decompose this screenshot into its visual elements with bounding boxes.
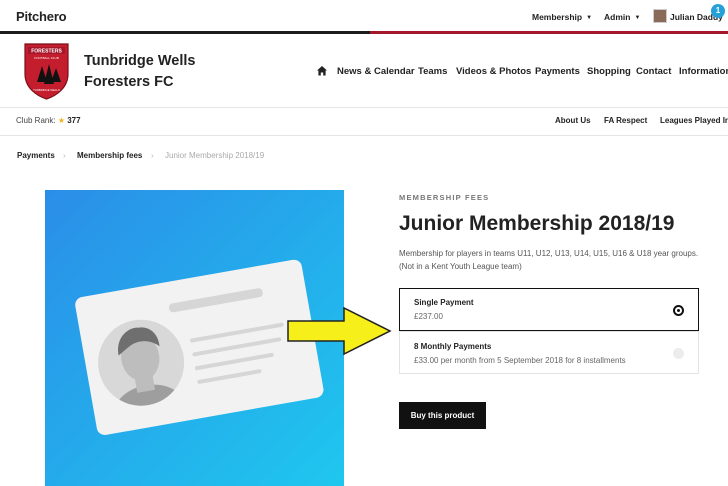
product-category: MEMBERSHIP FEES (399, 193, 490, 202)
club-rank-label: Club Rank: (16, 116, 56, 125)
option-name: 8 Monthly Payments (414, 342, 492, 351)
subnav-about-us[interactable]: About Us (555, 116, 591, 125)
crest-bottom: TUNBRIDGE WELLS (33, 88, 60, 92)
admin-menu-label: Admin (604, 12, 631, 22)
breadcrumb-separator: › (63, 151, 66, 160)
payment-option-single[interactable]: Single Payment £237.00 (399, 288, 699, 331)
nav-teams[interactable]: Teams (418, 66, 447, 77)
nav-contact[interactable]: Contact (636, 66, 671, 77)
radio-selected-icon[interactable] (673, 305, 684, 316)
chevron-down-icon: ▼ (586, 15, 593, 21)
notification-badge[interactable]: 1 (711, 4, 725, 18)
club-crest-logo[interactable]: FORESTERS FOOTBALL CLUB TUNBRIDGE WELLS (23, 42, 70, 100)
subnav-fa-respect[interactable]: FA Respect (604, 116, 647, 125)
buy-product-button[interactable]: Buy this product (399, 402, 486, 429)
radio-unselected-icon[interactable] (673, 348, 684, 359)
breadcrumb-membership-fees[interactable]: Membership fees (77, 151, 142, 160)
club-rank-value: 377 (67, 116, 81, 125)
crest-sub: FOOTBALL CLUB (34, 56, 58, 60)
nav-shopping[interactable]: Shopping (587, 66, 631, 77)
club-name-line2[interactable]: Foresters FC (84, 74, 173, 90)
nav-news-calendar[interactable]: News & Calendar (337, 66, 415, 77)
annotation-arrow-icon (287, 306, 392, 356)
divider (0, 135, 728, 136)
option-name: Single Payment (414, 298, 474, 307)
product-description: Membership for players in teams U11, U12… (399, 249, 699, 271)
star-icon: ★ (57, 116, 65, 125)
membership-menu-label: Membership (532, 12, 583, 22)
breadcrumb-payments[interactable]: Payments (17, 151, 55, 160)
admin-menu[interactable]: Admin ▼ (604, 12, 640, 22)
product-title: Junior Membership 2018/19 (399, 212, 675, 235)
home-icon[interactable] (316, 65, 328, 77)
option-price: £33.00 per month from 5 September 2018 f… (414, 356, 626, 365)
club-name-line1[interactable]: Tunbridge Wells (84, 53, 195, 69)
chevron-down-icon: ▼ (634, 15, 641, 21)
breadcrumb-current: Junior Membership 2018/19 (165, 151, 265, 160)
option-price: £237.00 (414, 312, 443, 321)
top-bar: Pitchero Membership ▼ Admin ▼ Julian Daddy… (0, 0, 728, 32)
header-rule-red (370, 31, 728, 34)
membership-menu[interactable]: Membership ▼ (532, 12, 592, 22)
nav-videos-photos[interactable]: Videos & Photos (456, 66, 531, 77)
breadcrumb-separator: › (151, 151, 154, 160)
header-rule-dark (0, 31, 370, 34)
nav-payments[interactable]: Payments (535, 66, 580, 77)
payment-option-monthly[interactable]: 8 Monthly Payments £33.00 per month from… (399, 331, 699, 374)
subnav-leagues-played-in[interactable]: Leagues Played In (660, 116, 728, 125)
crest-text: FORESTERS (31, 49, 62, 55)
divider (0, 107, 728, 108)
pitchero-logo[interactable]: Pitchero (16, 9, 67, 24)
club-rank: Club Rank: ★ 377 (16, 116, 81, 125)
nav-information[interactable]: Information (679, 66, 728, 77)
avatar[interactable] (653, 9, 667, 23)
